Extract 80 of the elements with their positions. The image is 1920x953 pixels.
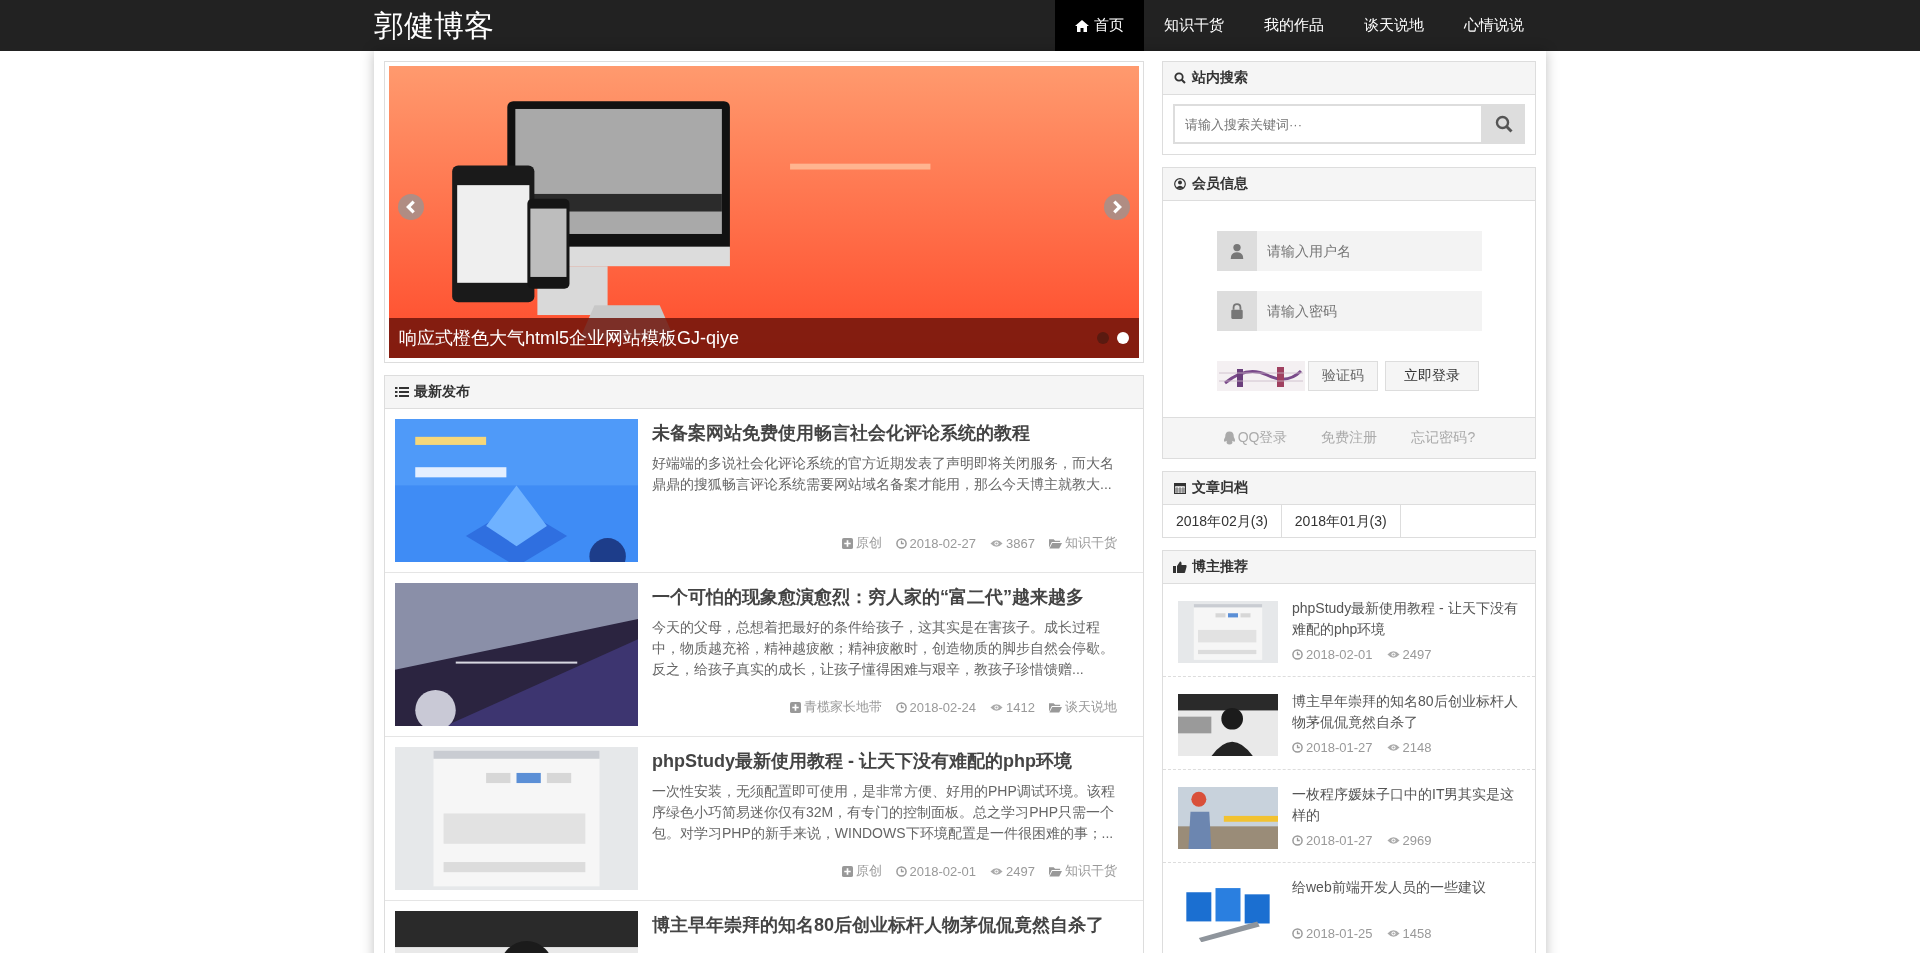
eye-icon: [1386, 928, 1400, 939]
password-field[interactable]: 请输入密码: [1256, 291, 1482, 331]
panel-title: 最新发布: [414, 383, 470, 401]
search-icon: [1173, 72, 1187, 84]
article-date: 2018-01-27: [1306, 740, 1373, 755]
recommend-title[interactable]: phpStudy最新使用教程 - 让天下没有难配的php环境: [1292, 598, 1520, 640]
view-count: 2148: [1402, 740, 1432, 755]
clock-icon: [895, 701, 907, 713]
calendar-icon: [1173, 482, 1187, 494]
eye-icon: [1386, 835, 1400, 846]
eye-icon: [990, 865, 1004, 877]
username-field[interactable]: 请输入用户名: [1256, 231, 1482, 271]
archive-link[interactable]: 2018年01月(3): [1281, 505, 1401, 537]
user-circle-icon: [1173, 178, 1187, 190]
login-button[interactable]: 立即登录: [1384, 361, 1479, 391]
home-icon: [1075, 19, 1089, 32]
panel-title: 会员信息: [1192, 175, 1248, 193]
lock-icon: [1216, 291, 1257, 331]
view-count: 2497: [1006, 863, 1035, 879]
recommend-title[interactable]: 给web前端开发人员的一些建议: [1292, 877, 1520, 898]
article-date: 2018-01-25: [1306, 926, 1373, 941]
article-excerpt: 一次性安装，无须配置即可使用，是非常方便、好用的PHP调试环境。该程序绿色小巧简易迷你仅有32M，有专门的控制面板。总之学习PHP只需一个包。对学习PHP的新手来说，WINDOWS下环境配置是一件很困难的事；...: [652, 782, 1116, 843]
article-date: 2018-01-27: [1306, 833, 1373, 848]
view-count: 1458: [1402, 926, 1432, 941]
clock-icon: [895, 865, 907, 877]
clock-icon: [1292, 742, 1303, 753]
eye-icon: [990, 701, 1004, 713]
view-count: 1412: [1006, 699, 1035, 715]
article-title[interactable]: 博主早年崇拜的知名80后创业标杆人物茅侃侃竟然自杀了: [652, 913, 1127, 937]
clock-icon: [1292, 928, 1303, 939]
article-date: 2018-02-27: [909, 535, 977, 551]
search-field[interactable]: 请输入搜索关键词···: [1173, 104, 1483, 144]
penguin-icon: [1222, 431, 1236, 445]
article-source: 原创: [855, 862, 882, 880]
plus-square-icon: [841, 537, 853, 549]
user-icon: [1216, 231, 1257, 271]
list-icon: [395, 386, 409, 398]
article-excerpt: 今天的父母，总想着把最好的条件给孩子，这其实是在害孩子。成长过程中，物质越充裕，精神越疲敝；精神疲敝时，创造物质的脚步自然会停歇。反之，给孩子真实的成长，让孩子懂得困难与艰辛，教孩子珍惜馈赠...: [652, 618, 1115, 679]
plus-square-icon: [841, 865, 853, 877]
eye-icon: [1386, 742, 1400, 753]
folder-icon: [1049, 865, 1062, 877]
view-count: 3867: [1006, 535, 1035, 551]
panel-title: 站内搜索: [1192, 69, 1248, 87]
article-title[interactable]: 一个可怕的现象愈演愈烈：穷人家的“富二代”越来越多: [652, 585, 1127, 609]
slide-dot[interactable]: [1117, 332, 1129, 344]
eye-icon: [990, 537, 1004, 549]
slide-caption[interactable]: 响应式橙色大气html5企业网站模板GJ-qiye: [399, 326, 740, 350]
search-icon: [1495, 115, 1513, 133]
site-logo[interactable]: 郭健博客: [374, 0, 494, 51]
slide-dot[interactable]: [1097, 332, 1109, 344]
article-excerpt: 好端端的多说社会化评论系统的官方近期发表了声明即将关闭服务，而大名鼎鼎的搜狐畅言评论系统需要网站域名备案才能用，那么今天博主就教大...: [652, 454, 1115, 494]
article-date: 2018-02-01: [909, 863, 977, 879]
captcha-button[interactable]: 验证码: [1307, 361, 1378, 391]
article-title[interactable]: phpStudy最新使用教程 - 让天下没有难配的php环境: [652, 749, 1127, 773]
nav-tab[interactable]: 知识干货: [1144, 0, 1244, 51]
recommend-title[interactable]: 博主早年崇拜的知名80后创业标杆人物茅侃侃竟然自杀了: [1292, 691, 1520, 733]
plus-square-icon: [789, 701, 801, 713]
folder-icon: [1049, 537, 1062, 549]
article-date: 2018-02-24: [909, 699, 977, 715]
folder-icon: [1049, 701, 1062, 713]
recommend-title[interactable]: 一枚程序媛妹子口中的IT男其实是这样的: [1292, 784, 1520, 826]
view-count: 2497: [1402, 647, 1432, 662]
view-count: 2969: [1402, 833, 1432, 848]
nav-tab[interactable]: 首页: [1055, 0, 1144, 51]
clock-icon: [895, 537, 907, 549]
nav-tab[interactable]: 我的作品: [1244, 0, 1344, 51]
article-title[interactable]: 未备案网站免费使用畅言社会化评论系统的教程: [652, 421, 1127, 445]
article-source: 原创: [855, 534, 882, 552]
archive-link[interactable]: 2018年02月(3): [1163, 505, 1282, 537]
search-button[interactable]: [1483, 104, 1525, 144]
clock-icon: [1292, 835, 1303, 846]
eye-icon: [1386, 649, 1400, 660]
article-source: 青榄家长地带: [803, 698, 882, 716]
panel-title: 文章归档: [1192, 479, 1248, 497]
nav-tab[interactable]: 谈天说地: [1344, 0, 1444, 51]
article-date: 2018-02-01: [1306, 647, 1373, 662]
clock-icon: [1292, 649, 1303, 660]
panel-title: 博主推荐: [1192, 558, 1248, 576]
thumbs-up-icon: [1173, 561, 1187, 573]
nav-tab[interactable]: 心情说说: [1444, 0, 1544, 51]
